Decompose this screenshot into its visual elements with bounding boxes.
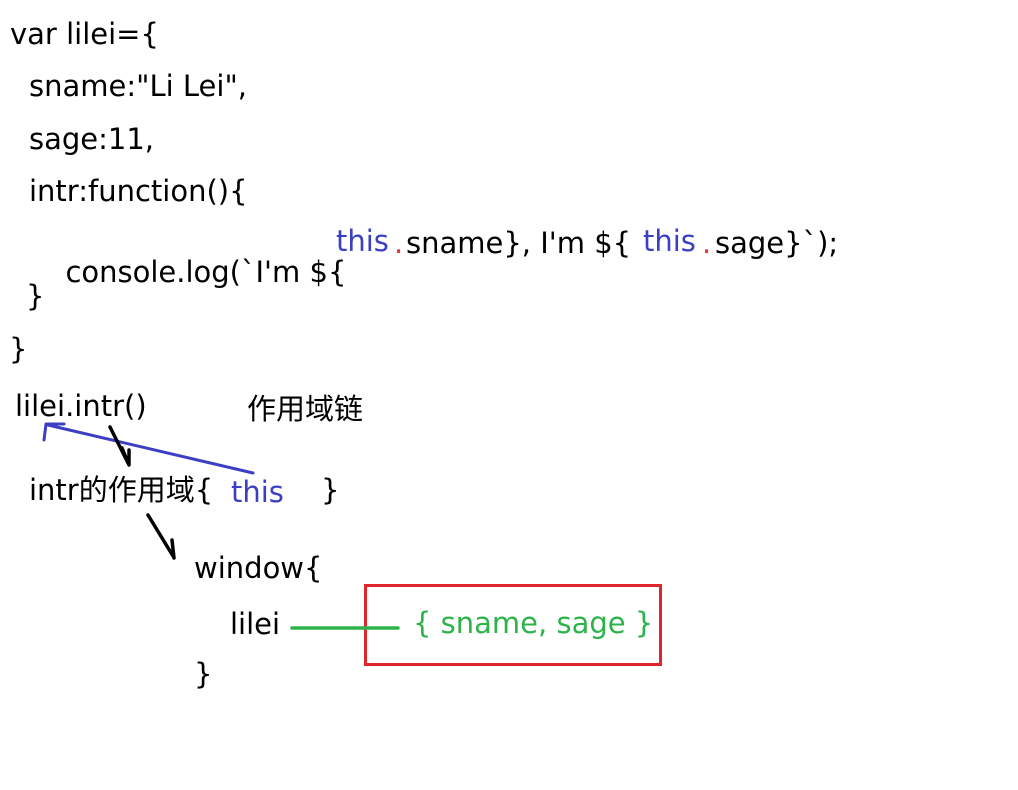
annotation-arrows bbox=[42, 422, 400, 630]
call-to-intr-scope-arrow bbox=[108, 425, 131, 467]
this-reference-arrow bbox=[42, 422, 255, 475]
intr-to-window-scope-arrow bbox=[146, 513, 176, 560]
